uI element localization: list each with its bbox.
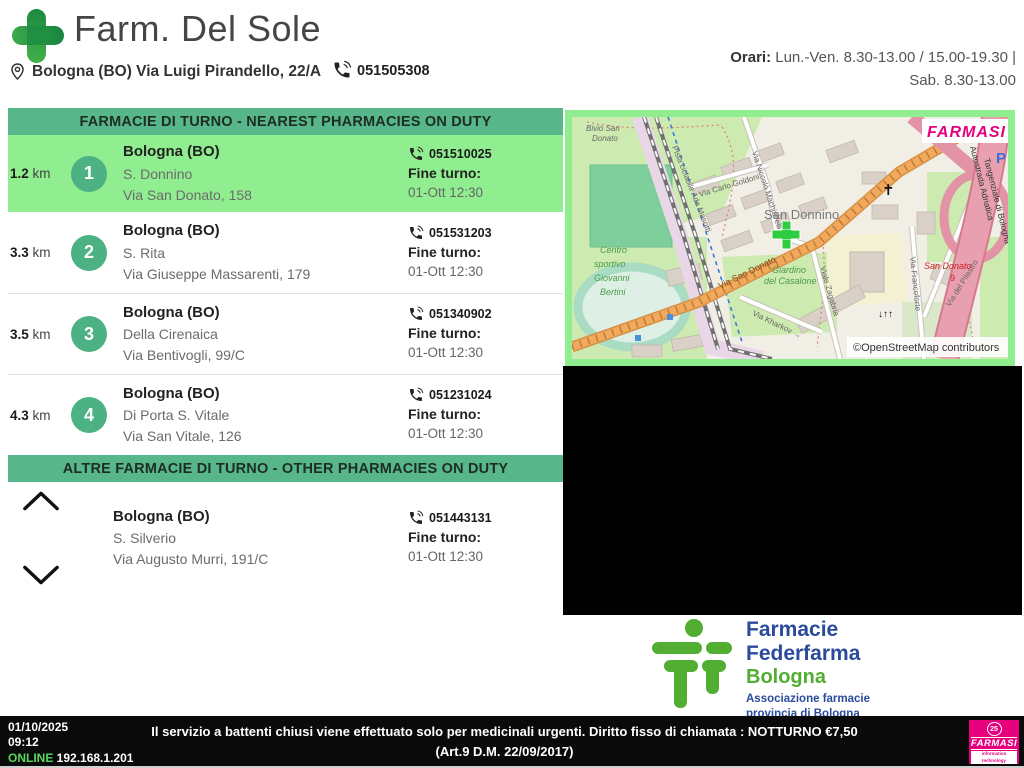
pharmacy-phone: 051505308 xyxy=(357,63,430,79)
oneway-arrows: ↓↑↑ xyxy=(878,309,893,320)
media-placeholder xyxy=(563,366,1022,615)
pharmacy-street: Via Bentivogli, 99/C xyxy=(123,347,245,364)
church-icon: ✝ xyxy=(882,182,895,199)
map-label: Centro xyxy=(600,245,627,255)
pharmacies-panel: FARMACIE DI TURNO - NEAREST PHARMACIES O… xyxy=(8,108,563,594)
status-date: 01/10/2025 xyxy=(8,720,69,734)
map-label: San Donato xyxy=(924,261,972,271)
map-label: San Donnino xyxy=(764,207,839,222)
fine-turno-value: 01-Ott 12:30 xyxy=(408,184,484,200)
fine-turno-value: 01-Ott 12:30 xyxy=(408,426,484,442)
ip-address: 192.168.1.201 xyxy=(53,750,134,765)
federfarma-line1: Farmacie xyxy=(746,618,839,641)
pharmacy-name: Della Cirenaica xyxy=(123,326,218,343)
farmasi-logo-tagline: information technology xyxy=(971,751,1017,764)
farmasi-logo: 25 FARMASI information technology xyxy=(969,720,1019,764)
farmasi-25-badge: 25 xyxy=(986,722,1002,737)
pharmacy-row-2[interactable]: 3.3 km 2 Bologna (BO) S. Rita Via Giusep… xyxy=(8,212,563,293)
map-label: Bertini xyxy=(600,287,627,297)
status-bar: 01/10/2025 09:12 ONLINE 192.168.1.201 Il… xyxy=(0,716,1024,768)
fine-turno-label: Fine turno: xyxy=(408,529,482,546)
rank-badge: 4 xyxy=(71,397,107,433)
page-title: Farm. Del Sole xyxy=(74,8,322,49)
pharmacy-name: S. Rita xyxy=(123,244,166,261)
row-phone: 051531203 xyxy=(429,225,492,240)
chevron-down-icon xyxy=(22,564,60,586)
phone-icon xyxy=(408,146,424,162)
map-attribution: ©OpenStreetMap contributors xyxy=(853,342,1000,354)
pharmacy-street: Via Augusto Murri, 191/C xyxy=(113,551,269,568)
map-label: sportivo xyxy=(594,259,626,269)
scroll-up-button[interactable] xyxy=(22,490,60,512)
phone-icon xyxy=(332,60,352,80)
map-label: 9 xyxy=(950,273,955,283)
pharmacy-name: Di Porta S. Vitale xyxy=(123,407,230,424)
phone-icon xyxy=(408,510,424,526)
fine-turno-label: Fine turno: xyxy=(408,243,482,260)
federfarma-logo: Farmacie Federfarma Bologna Associazione… xyxy=(650,618,870,721)
distance: 1.2 km xyxy=(10,166,51,181)
osm-map: Bivio San Donato Pista ciclabile Ada Mas… xyxy=(572,117,1008,359)
nearest-section-header: FARMACIE DI TURNO - NEAREST PHARMACIES O… xyxy=(8,108,563,135)
parking-icon: P xyxy=(996,150,1006,167)
rank-badge: 1 xyxy=(71,155,107,192)
row-phone: 051510025 xyxy=(429,146,492,161)
status-time: 09:12 xyxy=(8,735,39,750)
federfarma-symbol-icon xyxy=(652,619,732,708)
pharmacy-name: S. Donnino xyxy=(123,165,193,182)
rank-badge: 3 xyxy=(71,316,107,352)
online-badge: ONLINE xyxy=(8,750,54,765)
row-phone: 051443131 xyxy=(429,511,492,525)
phone-icon xyxy=(408,225,424,241)
pharmacy-row-1[interactable]: 1.2 km 1 Bologna (BO) S. Donnino Via San… xyxy=(8,135,563,212)
other-pharmacy-row[interactable]: Bologna (BO) S. Silverio Via Augusto Mur… xyxy=(8,482,563,594)
hours-label: Orari: xyxy=(730,49,772,66)
pharmacy-city: Bologna (BO) xyxy=(123,222,220,240)
fine-turno-label: Fine turno: xyxy=(408,164,482,181)
map-container[interactable]: Bivio San Donato Pista ciclabile Ada Mas… xyxy=(565,110,1015,366)
pharmacy-address: Bologna (BO) Via Luigi Pirandello, 22/A xyxy=(32,63,322,80)
opening-hours: Orari: Lun.-Ven. 8.30-13.00 / 15.00-19.3… xyxy=(730,49,1016,90)
phone-icon xyxy=(408,306,424,322)
row-phone: 051340902 xyxy=(429,307,492,321)
system-status: 01/10/2025 09:12 ONLINE 192.168.1.201 xyxy=(8,720,133,766)
pharmacy-street: Via Giuseppe Massarenti, 179 xyxy=(123,265,311,282)
pharmacy-street: Via San Vitale, 126 xyxy=(123,428,242,445)
service-notice: Il servizio a battenti chiusi viene effe… xyxy=(151,724,858,759)
distance: 3.3 km xyxy=(10,245,51,260)
pharmacy-row-3[interactable]: 3.5 km 3 Bologna (BO) Della Cirenaica Vi… xyxy=(8,293,563,374)
phone-icon xyxy=(408,387,424,403)
fine-turno-value: 01-Ott 12:30 xyxy=(408,345,484,361)
fine-turno-label: Fine turno: xyxy=(408,406,482,423)
others-section-header: ALTRE FARMACIE DI TURNO - OTHER PHARMACI… xyxy=(8,455,563,482)
farmasi-watermark: FARMASI xyxy=(927,124,1006,141)
pharmacy-row-4[interactable]: 4.3 km 4 Bologna (BO) Di Porta S. Vitale… xyxy=(8,374,563,455)
distance: 4.3 km xyxy=(10,407,51,423)
rank-badge: 2 xyxy=(71,234,107,271)
pharmacy-city: Bologna (BO) xyxy=(123,303,220,321)
location-pin-icon xyxy=(8,60,27,83)
map-label: del Casalone xyxy=(764,276,817,286)
map-label: Donato xyxy=(592,134,618,143)
fine-turno-label: Fine turno: xyxy=(408,325,482,342)
farmasi-logo-name: FARMASI xyxy=(970,737,1018,751)
row-phone: 051231024 xyxy=(429,388,492,402)
pharmacy-cross-logo xyxy=(12,9,64,63)
map-label: Giardino xyxy=(772,265,806,275)
chevron-up-icon xyxy=(22,490,60,512)
pharmacy-street: Via San Donato, 158 xyxy=(123,186,252,203)
pharmacy-city: Bologna (BO) xyxy=(123,384,220,402)
federfarma-line2: Federfarma xyxy=(746,642,861,666)
map-label: Giovanni xyxy=(594,273,631,283)
pharmacy-city: Bologna (BO) xyxy=(113,507,210,525)
scroll-down-button[interactable] xyxy=(22,564,60,586)
fine-turno-value: 01-Ott 12:30 xyxy=(408,549,484,565)
federfarma-line3: Bologna xyxy=(746,666,826,689)
map-label: Bivio San xyxy=(586,124,620,133)
pharmacy-name: S. Silverio xyxy=(113,530,177,547)
fine-turno-value: 01-Ott 12:30 xyxy=(408,263,484,279)
pharmacy-city: Bologna (BO) xyxy=(123,143,220,161)
distance: 3.5 km xyxy=(10,326,51,342)
